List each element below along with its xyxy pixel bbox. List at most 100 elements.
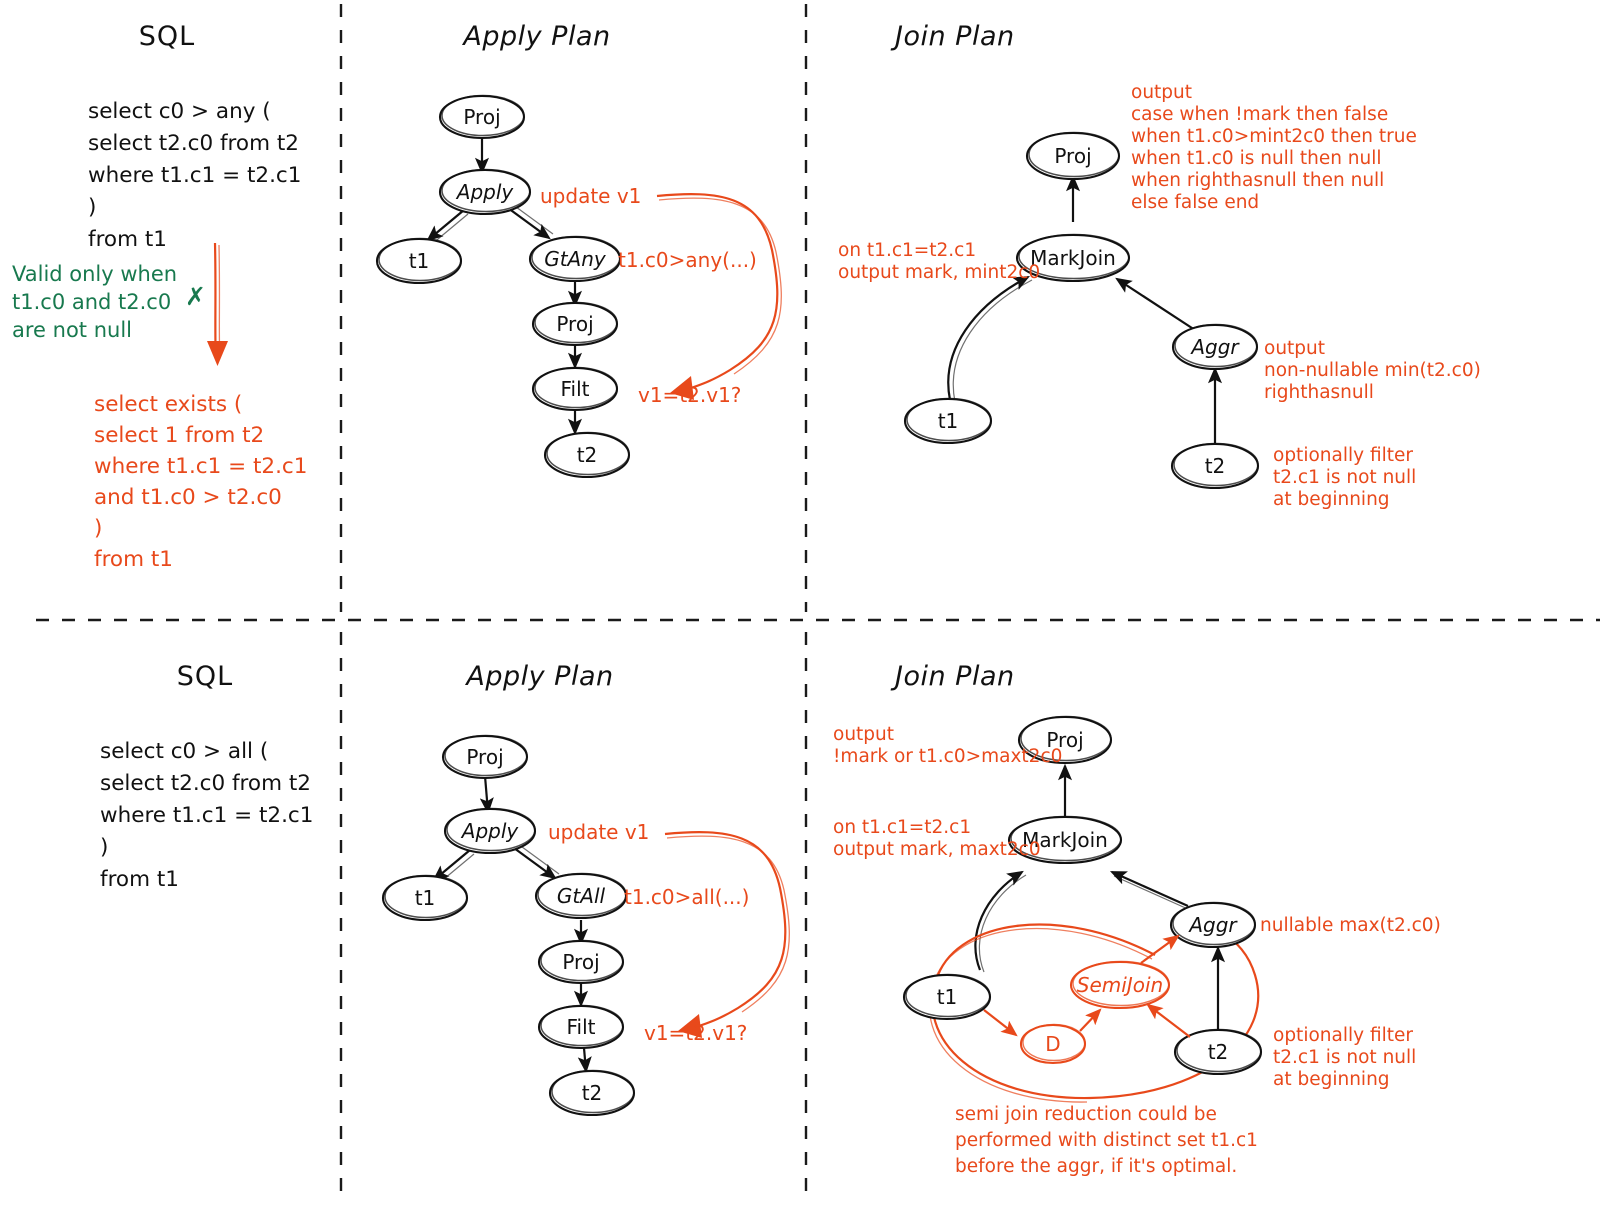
node-proj[interactable]: Proj bbox=[1025, 131, 1121, 181]
svg-text:Proj: Proj bbox=[562, 950, 599, 974]
svg-text:t2: t2 bbox=[577, 443, 598, 467]
node-gtany[interactable]: GtAny bbox=[528, 235, 622, 283]
svg-text:on t1.c1=t2.c1: on t1.c1=t2.c1 bbox=[833, 817, 971, 838]
svg-text:): ) bbox=[100, 835, 108, 860]
svg-text:from t1: from t1 bbox=[88, 227, 167, 252]
svg-text:t2.c1 is not null: t2.c1 is not null bbox=[1273, 1047, 1416, 1068]
edge-t1-d bbox=[983, 1009, 1018, 1037]
edge-t2-semijoin bbox=[1146, 1003, 1191, 1038]
svg-text:Proj: Proj bbox=[463, 105, 500, 129]
panel-title-join-top: Join Plan bbox=[890, 21, 1015, 52]
edge-semijoin-aggr bbox=[1140, 934, 1180, 964]
edge-apply-gtany bbox=[507, 207, 551, 240]
svg-text:where t1.c1 = t2.c1: where t1.c1 = t2.c1 bbox=[100, 803, 313, 828]
svg-text:output mark, mint2c0: output mark, mint2c0 bbox=[838, 262, 1040, 283]
edge-d-semijoin bbox=[1079, 1008, 1102, 1032]
svg-text:when righthasnull then null: when righthasnull then null bbox=[1131, 170, 1384, 191]
node-aggr[interactable]: Aggr bbox=[1171, 323, 1259, 371]
node-t1[interactable]: t1 bbox=[902, 973, 992, 1021]
panel-title-apply-bottom: Apply Plan bbox=[464, 661, 613, 692]
update-feedback-arrow bbox=[664, 831, 787, 1029]
node-apply[interactable]: Apply bbox=[438, 168, 532, 216]
svg-text:select t2.c0 from t2: select t2.c0 from t2 bbox=[100, 771, 311, 796]
svg-text:SemiJoin: SemiJoin bbox=[1077, 973, 1163, 997]
panel-title-sql-top: SQL bbox=[139, 21, 195, 52]
svg-text:output: output bbox=[1131, 82, 1192, 103]
node-t2[interactable]: t2 bbox=[1170, 442, 1260, 490]
svg-text:are not null: are not null bbox=[12, 318, 132, 342]
invalid-cross-icon: ✗ bbox=[185, 282, 206, 311]
svg-text:select exists (: select exists ( bbox=[94, 392, 242, 417]
svg-text:): ) bbox=[88, 195, 96, 220]
svg-text:GtAny: GtAny bbox=[544, 247, 607, 271]
node-t2[interactable]: t2 bbox=[548, 1069, 636, 1117]
join-plan-top: Proj MarkJoin t1 Aggr t2 output case whe… bbox=[838, 82, 1481, 510]
svg-text:from t1: from t1 bbox=[94, 547, 173, 572]
node-aggr[interactable]: Aggr bbox=[1169, 901, 1257, 949]
svg-text:from t1: from t1 bbox=[100, 867, 179, 892]
node-filt[interactable]: Filt bbox=[531, 366, 619, 412]
svg-text:MarkJoin: MarkJoin bbox=[1030, 246, 1116, 270]
node-t1[interactable]: t1 bbox=[903, 397, 993, 445]
svg-text:output: output bbox=[833, 724, 894, 745]
edge-aggr-markjoin bbox=[1109, 870, 1189, 908]
annotation-update-v1: update v1 bbox=[548, 820, 649, 844]
node-filt[interactable]: Filt bbox=[537, 1004, 625, 1050]
svg-text:non-nullable min(t2.c0): non-nullable min(t2.c0) bbox=[1264, 360, 1481, 381]
svg-text:output mark, maxt2c0: output mark, maxt2c0 bbox=[833, 839, 1041, 860]
svg-text:before the aggr, if it's optim: before the aggr, if it's optimal. bbox=[955, 1156, 1237, 1177]
node-semijoin[interactable]: SemiJoin bbox=[1069, 960, 1171, 1010]
annotation-update-v1: update v1 bbox=[540, 184, 641, 208]
edge-apply-t1 bbox=[426, 209, 465, 242]
node-t1[interactable]: t1 bbox=[375, 237, 463, 285]
svg-text:Filt: Filt bbox=[566, 1015, 595, 1039]
validity-note: Valid only when t1.c0 and t2.c0 are not … bbox=[12, 262, 177, 342]
node-proj[interactable]: Proj bbox=[438, 94, 526, 140]
svg-text:t1: t1 bbox=[937, 985, 958, 1009]
node-t1[interactable]: t1 bbox=[381, 874, 469, 922]
apply-plan-bottom: Proj Apply t1 GtAll Proj Filt t2 update … bbox=[381, 734, 790, 1117]
annotation-join-condition-top: on t1.c1=t2.c1 output mark, mint2c0 bbox=[838, 240, 1040, 283]
svg-text:on t1.c1=t2.c1: on t1.c1=t2.c1 bbox=[838, 240, 976, 261]
svg-text:where t1.c1 = t2.c1: where t1.c1 = t2.c1 bbox=[88, 163, 301, 188]
annotation-predicate: t1.c0>any(...) bbox=[618, 248, 757, 272]
svg-text:performed with distinct set t1: performed with distinct set t1.c1 bbox=[955, 1130, 1258, 1151]
edge-t1-markjoin bbox=[947, 275, 1030, 401]
edge-proj-apply bbox=[479, 775, 494, 815]
svg-text:Aggr: Aggr bbox=[1189, 335, 1240, 359]
node-proj2[interactable]: Proj bbox=[531, 301, 619, 347]
svg-text:and t1.c0 > t2.c0: and t1.c0 > t2.c0 bbox=[94, 485, 282, 510]
node-d[interactable]: D bbox=[1019, 1023, 1087, 1065]
svg-text:Proj: Proj bbox=[466, 745, 503, 769]
node-proj[interactable]: Proj bbox=[441, 734, 529, 780]
svg-text:t1: t1 bbox=[415, 886, 436, 910]
node-apply[interactable]: Apply bbox=[443, 807, 537, 855]
svg-text:Proj: Proj bbox=[556, 312, 593, 336]
annotation-join-condition-bottom: on t1.c1=t2.c1 output mark, maxt2c0 bbox=[833, 817, 1041, 860]
node-t2[interactable]: t2 bbox=[543, 431, 631, 479]
node-proj2[interactable]: Proj bbox=[537, 939, 625, 985]
annotation-aggr-output-bottom: nullable max(t2.c0) bbox=[1260, 915, 1441, 936]
panel-title-apply-top: Apply Plan bbox=[461, 21, 610, 52]
annotation-filter-top: optionally filter t2.c1 is not null at b… bbox=[1273, 445, 1416, 510]
svg-text:t1.c0 and t2.c0: t1.c0 and t2.c0 bbox=[12, 290, 171, 314]
annotation-binding: v1=t2.v1? bbox=[644, 1021, 747, 1045]
svg-text:Proj: Proj bbox=[1054, 144, 1091, 168]
apply-plan-top: Proj Apply t1 GtAny Proj Filt t2 update … bbox=[375, 94, 782, 479]
node-gtall[interactable]: GtAll bbox=[534, 872, 628, 920]
edge-aggr-markjoin bbox=[1115, 277, 1196, 331]
sql-query-top: select c0 > any ( select t2.c0 from t2 w… bbox=[88, 99, 301, 252]
svg-text:Apply: Apply bbox=[455, 180, 515, 204]
svg-text:when t1.c0>mint2c0 then true: when t1.c0>mint2c0 then true bbox=[1131, 126, 1417, 147]
annotation-semijoin-caption: semi join reduction could be performed w… bbox=[955, 1104, 1258, 1177]
svg-text:t2: t2 bbox=[1208, 1040, 1229, 1064]
svg-text:output: output bbox=[1264, 338, 1325, 359]
svg-text:GtAll: GtAll bbox=[557, 884, 606, 908]
svg-text:semi join reduction could be: semi join reduction could be bbox=[955, 1104, 1217, 1125]
edge-apply-gtall bbox=[513, 847, 557, 880]
sql-rewrite-top: select exists ( select 1 from t2 where t… bbox=[94, 392, 307, 572]
svg-text:optionally filter: optionally filter bbox=[1273, 1025, 1413, 1046]
svg-text:where t1.c1 = t2.c1: where t1.c1 = t2.c1 bbox=[94, 454, 307, 479]
rewrite-arrow bbox=[207, 242, 228, 366]
svg-text:t2: t2 bbox=[582, 1081, 603, 1105]
